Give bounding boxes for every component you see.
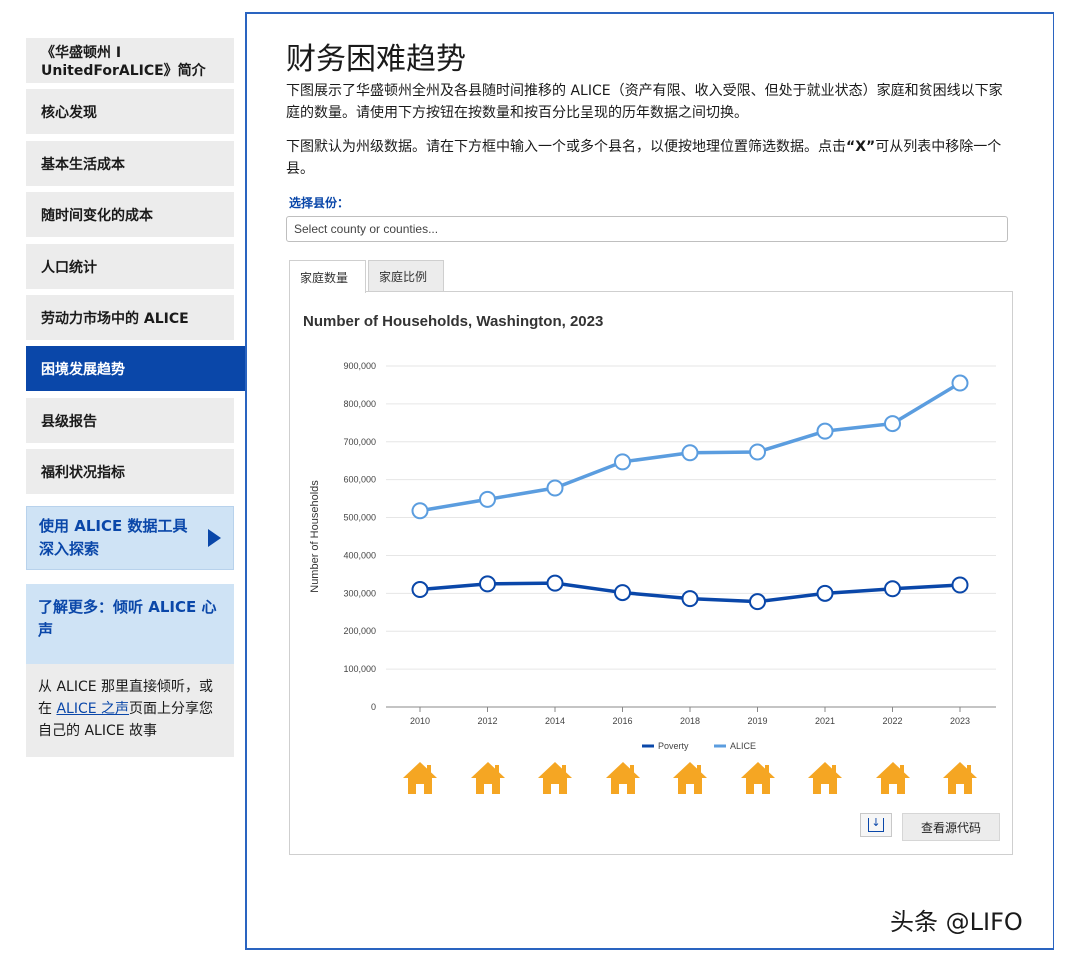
x-tick-label: 2018 — [680, 716, 700, 726]
house-icon — [739, 759, 777, 797]
county-select-input[interactable]: Select county or counties... — [286, 216, 1008, 242]
sidebar-item-label-line1: 《华盛顿州 I — [41, 45, 122, 61]
data-point-alice — [816, 422, 834, 440]
data-point-poverty — [884, 580, 901, 598]
data-point-poverty — [614, 584, 631, 602]
sidebar-item-demographics[interactable]: 人口统计 — [26, 244, 234, 289]
sidebar-item-intro[interactable]: 《华盛顿州 I UnitedForALICE》简介 — [26, 38, 234, 83]
explore-label: 使用 ALICE 数据工具深入探索 — [39, 517, 188, 558]
y-tick-label: 400,000 — [343, 550, 376, 560]
intro-paragraph: 下图展示了华盛顿州全州及各县随时间推移的 ALICE（资产有限、收入受限、但处于… — [286, 83, 1003, 121]
sidebar-item-basic-costs[interactable]: 基本生活成本 — [26, 141, 234, 186]
sidebar-item-label: 基本生活成本 — [41, 156, 125, 173]
download-button[interactable]: ↓ — [860, 813, 892, 837]
data-point-alice — [411, 502, 429, 520]
x-tick-label: 2022 — [882, 716, 902, 726]
sidebar-item-wellbeing-indicators[interactable]: 福利状况指标 — [26, 449, 234, 494]
sidebar-item-label: 核心发现 — [41, 104, 97, 121]
x-tick-label: 2016 — [612, 716, 632, 726]
tab-household-count[interactable]: 家庭数量 — [289, 260, 366, 293]
county-select-label: 选择县份： — [289, 196, 350, 210]
data-point-alice — [749, 443, 766, 461]
instructions-x-emphasis: “X” — [846, 139, 876, 155]
legend-label: Poverty — [658, 741, 689, 751]
data-point-poverty — [546, 574, 564, 592]
data-point-poverty — [749, 593, 766, 611]
alice-voices-link[interactable]: ALICE 之声 — [56, 701, 129, 717]
sidebar-item-label: 《华盛顿州 I UnitedForALICE》简介 — [41, 44, 206, 80]
chart-panel: Number of Households, Washington, 2023 0… — [289, 291, 1013, 855]
main-panel: 财务困难趋势 下图展示了华盛顿州全州及各县随时间推移的 ALICE（资产有限、收… — [245, 12, 1054, 950]
x-tick-label: 2019 — [747, 716, 767, 726]
y-tick-label: 600,000 — [343, 475, 376, 485]
house-icon — [469, 759, 507, 797]
y-tick-label: 500,000 — [343, 513, 376, 523]
y-tick-label: 100,000 — [343, 664, 376, 674]
data-point-poverty — [479, 575, 496, 593]
learn-more-body: 从 ALICE 那里直接倾听，或在 ALICE 之声页面上分享您自己的 ALIC… — [26, 664, 234, 754]
legend-label: ALICE — [730, 741, 756, 751]
x-tick-label: 2010 — [410, 716, 430, 726]
sidebar-item-label: 随时间变化的成本 — [41, 207, 153, 224]
data-point-poverty — [411, 581, 429, 599]
data-point-alice — [614, 453, 631, 471]
explore-data-tools-button[interactable]: 使用 ALICE 数据工具深入探索 — [26, 506, 234, 570]
learn-more-heading: 了解更多：倾听 ALICE 心声 — [26, 584, 234, 664]
data-point-alice — [951, 374, 969, 392]
data-point-poverty — [951, 576, 969, 594]
y-axis-label: Number of Households — [309, 480, 321, 593]
y-tick-label: 700,000 — [343, 437, 376, 447]
page-title: 财务困难趋势 — [286, 42, 466, 77]
y-tick-label: 800,000 — [343, 399, 376, 409]
instructions-text-prefix: 下图默认为州级数据。请在下方框中输入一个或多个县名，以便按地理位置筛选数据。点击 — [286, 139, 846, 155]
sidebar-item-county-reports[interactable]: 县级报告 — [26, 398, 234, 443]
sidebar-item-label-line2: UnitedForALICE》简介 — [41, 63, 206, 79]
view-source-button[interactable]: 查看源代码 — [902, 813, 1000, 841]
sidebar-item-costs-over-time[interactable]: 随时间变化的成本 — [26, 192, 234, 237]
y-tick-label: 900,000 — [343, 361, 376, 371]
x-tick-label: 2023 — [950, 716, 970, 726]
data-point-alice — [546, 479, 564, 497]
house-icon — [401, 759, 439, 797]
x-tick-label: 2014 — [545, 716, 565, 726]
sidebar-item-labor-market[interactable]: 劳动力市场中的 ALICE — [26, 295, 234, 340]
download-icon: ↓ — [868, 817, 884, 832]
tab-household-percent[interactable]: 家庭比例 — [368, 260, 444, 292]
data-point-alice — [479, 490, 496, 508]
data-point-alice — [884, 415, 901, 433]
x-tick-label: 2012 — [477, 716, 497, 726]
y-tick-label: 0 — [371, 702, 376, 712]
y-tick-label: 300,000 — [343, 588, 376, 598]
play-arrow-icon — [208, 529, 221, 547]
house-icon — [671, 759, 709, 797]
line-chart: 0 100,000 200,000 300,000 400,000 500,000 600,… — [309, 361, 996, 751]
learn-more-box: 了解更多：倾听 ALICE 心声 从 ALICE 那里直接倾听，或在 ALICE… — [26, 584, 234, 757]
house-icon-row — [400, 759, 980, 799]
house-icon — [941, 759, 979, 797]
house-icon — [806, 759, 844, 797]
sidebar-item-hardship-trends[interactable]: 困境发展趋势 — [26, 346, 245, 391]
data-point-alice — [681, 444, 699, 462]
house-icon — [604, 759, 642, 797]
sidebar-item-label: 县级报告 — [41, 413, 97, 430]
sidebar-item-label: 困境发展趋势 — [41, 361, 125, 378]
x-tick-label: 2021 — [815, 716, 835, 726]
data-point-poverty — [816, 584, 834, 602]
house-icon — [536, 759, 574, 797]
sidebar-item-label: 人口统计 — [41, 259, 97, 276]
house-icon — [874, 759, 912, 797]
sidebar-item-key-findings[interactable]: 核心发现 — [26, 89, 234, 134]
y-tick-label: 200,000 — [343, 626, 376, 636]
sidebar-item-label: 劳动力市场中的 ALICE — [41, 310, 189, 327]
data-point-poverty — [681, 590, 699, 608]
instructions-paragraph: 下图默认为州级数据。请在下方框中输入一个或多个县名，以便按地理位置筛选数据。点击… — [286, 136, 1016, 180]
watermark-text: 头条 @LIFO — [890, 908, 1023, 936]
sidebar-item-label: 福利状况指标 — [41, 464, 125, 481]
